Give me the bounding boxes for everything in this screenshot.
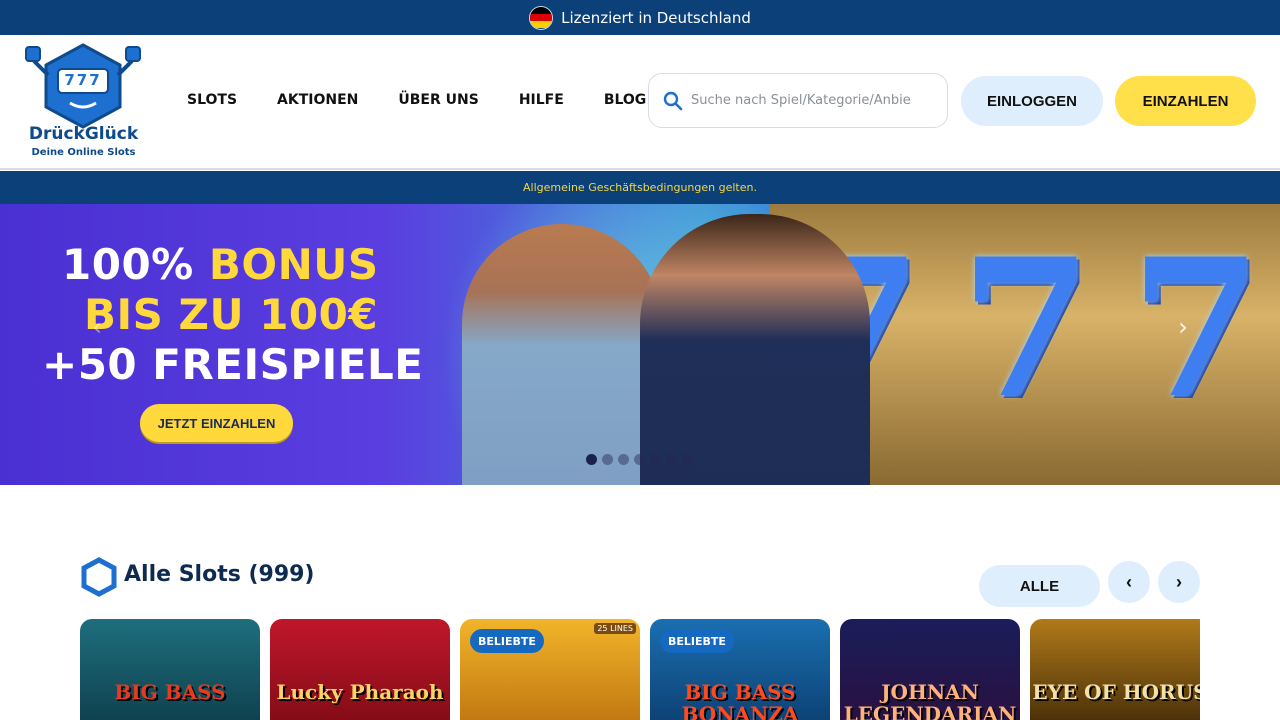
- popular-badge: BELIEBTE: [660, 629, 734, 653]
- game-tile[interactable]: JOHNAN LEGENDARIAN: [840, 619, 1020, 720]
- search-icon: [663, 91, 683, 110]
- brand-tagline: Deine Online Slots: [31, 147, 136, 158]
- nav-item-aktionen[interactable]: AKTIONEN: [277, 92, 358, 108]
- logo-icon[interactable]: [24, 41, 142, 163]
- game-title: JOHNAN LEGENDARIAN: [843, 680, 1017, 720]
- nav-item-slots[interactable]: SLOTS: [187, 92, 237, 108]
- man-cheering-image: [640, 214, 870, 485]
- main-nav: SLOTS AKTIONEN ÜBER UNS HILFE BLOG: [187, 92, 646, 108]
- reel-seven: 7: [1130, 217, 1263, 440]
- search-box[interactable]: [648, 73, 948, 128]
- chevron-left-icon[interactable]: ‹: [1108, 561, 1150, 603]
- carousel-dot[interactable]: [682, 454, 693, 465]
- german-flag-icon: [529, 5, 554, 30]
- license-text: Lizenziert in Deutschland: [561, 8, 751, 27]
- hero-headline-1: 100% BONUS: [62, 240, 379, 289]
- carousel-dot[interactable]: [602, 454, 613, 465]
- carousel-dot[interactable]: [618, 454, 629, 465]
- terms-notice: Allgemeine Geschäftsbedingungen gelten.: [0, 171, 1280, 204]
- search-input[interactable]: [691, 93, 911, 108]
- game-title: EYE OF HORUS: [1032, 680, 1200, 704]
- nav-item-blog[interactable]: BLOG: [604, 92, 647, 108]
- carousel-next-icon[interactable]: ›: [1172, 315, 1194, 339]
- hexagon-icon: [81, 557, 117, 597]
- popular-badge: BELIEBTE: [470, 629, 544, 653]
- hero-headline-2: BIS ZU 100€: [84, 290, 379, 339]
- game-tile[interactable]: BELIEBTE 25 LINES: [460, 619, 640, 720]
- game-tile[interactable]: EYE OF HORUS: [1030, 619, 1200, 720]
- filter-all-button[interactable]: ALLE: [979, 565, 1100, 607]
- nav-item-hilfe[interactable]: HILFE: [519, 92, 564, 108]
- game-title: BIG BASS BONANZA: [681, 680, 799, 720]
- carousel-dot[interactable]: [586, 454, 597, 465]
- logo-digits: 777: [64, 71, 102, 89]
- lines-badge: 25 LINES: [594, 623, 636, 634]
- section-title: Alle Slots (999): [124, 562, 315, 587]
- carousel-dot[interactable]: [650, 454, 661, 465]
- carousel-dot[interactable]: [634, 454, 645, 465]
- hero-banner[interactable]: 7 7 7 100% BONUS BIS ZU 100€ +50 FREISPI…: [0, 204, 1280, 485]
- reel-seven: 7: [960, 217, 1093, 440]
- hero-deposit-button[interactable]: JETZT EINZAHLEN: [140, 404, 293, 442]
- brand-name: DrückGlück: [28, 124, 139, 144]
- chevron-right-icon[interactable]: ›: [1158, 561, 1200, 603]
- game-tile[interactable]: BELIEBTE BIG BASS BONANZA: [650, 619, 830, 720]
- game-tile[interactable]: Lucky Pharaoh: [270, 619, 450, 720]
- game-title: BIG BASS: [114, 680, 226, 704]
- deposit-button[interactable]: EINZAHLEN: [1115, 76, 1256, 126]
- woman-cheering-image: [462, 224, 662, 485]
- nav-item-ueber-uns[interactable]: ÜBER UNS: [398, 92, 478, 108]
- games-row: BIG BASS Lucky Pharaoh BELIEBTE 25 LINES…: [80, 619, 1200, 720]
- hero-headline-3: +50 FREISPIELE: [42, 340, 424, 389]
- game-title: [460, 681, 640, 720]
- carousel-dot[interactable]: [666, 454, 677, 465]
- site-header: 777 DrückGlück Deine Online Slots SLOTS …: [0, 35, 1280, 170]
- license-bar: Lizenziert in Deutschland: [0, 0, 1280, 35]
- game-tile[interactable]: BIG BASS: [80, 619, 260, 720]
- carousel-prev-icon[interactable]: ‹: [86, 315, 108, 339]
- game-title: Lucky Pharaoh: [276, 680, 444, 704]
- carousel-dots: [586, 454, 693, 465]
- login-button[interactable]: EINLOGGEN: [961, 76, 1103, 126]
